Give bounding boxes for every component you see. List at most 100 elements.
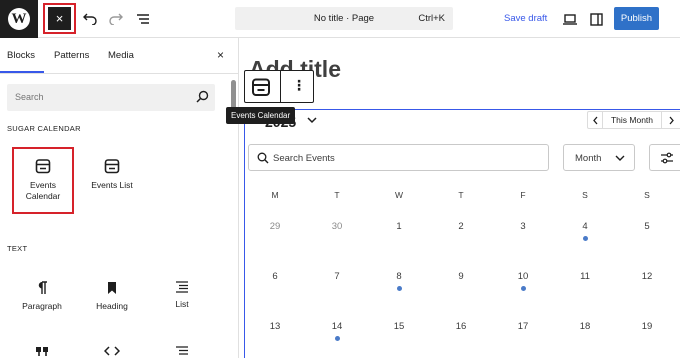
event-dot <box>583 236 588 241</box>
search-events-input[interactable]: Search Events <box>248 144 549 171</box>
filter-sliders-icon <box>661 152 673 164</box>
top-toolbar: W × No title · Page Ctrl+K Save draft Pu… <box>0 0 680 38</box>
publish-button[interactable]: Publish <box>614 7 659 30</box>
calendar-day[interactable]: 10 <box>493 271 553 282</box>
event-dot <box>521 286 526 291</box>
calendar-day[interactable]: 16 <box>431 321 491 332</box>
command-shortcut: Ctrl+K <box>418 13 445 24</box>
section-label-text: TEXT <box>7 244 28 253</box>
redo-icon[interactable] <box>106 9 126 29</box>
view-select[interactable]: Month <box>563 144 635 171</box>
previous-month-button[interactable] <box>588 112 603 128</box>
paragraph-icon <box>38 281 47 294</box>
weekday-header: M <box>271 190 279 200</box>
weekday-header: T <box>334 190 340 200</box>
section-label-sugar-calendar: SUGAR CALENDAR <box>7 124 81 133</box>
tab-blocks[interactable]: Blocks <box>7 50 35 61</box>
calendar-day[interactable]: 14 <box>307 321 367 332</box>
calendar-day[interactable]: 13 <box>245 321 305 332</box>
calendar-day[interactable]: 18 <box>555 321 615 332</box>
document-overview-icon[interactable] <box>133 9 153 29</box>
wordpress-icon: W <box>8 8 30 30</box>
event-dot <box>335 336 340 341</box>
search-icon <box>196 90 209 103</box>
this-month-button[interactable]: This Month <box>603 112 661 128</box>
weekday-header: T <box>458 190 464 200</box>
chevron-down-icon[interactable] <box>306 114 318 126</box>
block-code[interactable] <box>82 346 142 356</box>
events-calendar-block[interactable]: 2025 This Month Search Events <box>244 109 680 358</box>
chevron-left-icon <box>592 116 597 124</box>
calendar-day[interactable]: 2 <box>431 221 491 232</box>
block-search-input[interactable]: Search <box>7 84 215 111</box>
block-label: List <box>175 299 189 309</box>
quote-icon <box>36 347 48 356</box>
block-label: Events Calendar <box>25 180 61 201</box>
calendar-icon <box>35 159 51 174</box>
block-events-list[interactable]: Events List <box>82 158 142 191</box>
block-details[interactable] <box>152 346 212 356</box>
calendar-day[interactable]: 5 <box>617 221 677 232</box>
calendar-day[interactable]: 7 <box>307 271 367 282</box>
wordpress-logo[interactable]: W <box>0 0 38 38</box>
calendar-day[interactable]: 9 <box>431 271 491 282</box>
undo-icon[interactable] <box>80 9 100 29</box>
search-events-placeholder: Search Events <box>273 153 335 164</box>
toolbar-divider <box>280 71 281 102</box>
weekday-header: S <box>582 190 588 200</box>
event-dot <box>397 286 402 291</box>
preview-desktop-icon[interactable] <box>560 9 580 29</box>
save-draft-button[interactable]: Save draft <box>504 13 547 24</box>
bookmark-icon <box>108 282 116 294</box>
month-navigation: This Month <box>587 111 680 129</box>
calendar-day[interactable]: 30 <box>307 221 367 232</box>
block-paragraph[interactable]: Paragraph <box>12 281 72 312</box>
calendar-day[interactable]: 19 <box>617 321 677 332</box>
block-label: Heading <box>96 301 128 311</box>
list-icon <box>176 346 188 355</box>
calendar-day[interactable]: 17 <box>493 321 553 332</box>
document-bar[interactable]: No title · Page Ctrl+K <box>235 7 453 30</box>
settings-sidebar-icon[interactable] <box>586 9 606 29</box>
tab-patterns[interactable]: Patterns <box>54 50 89 61</box>
block-toolbar: ⋮ <box>244 70 314 103</box>
calendar-day[interactable]: 3 <box>493 221 553 232</box>
calendar-day[interactable]: 4 <box>555 221 615 232</box>
calendar-day[interactable]: 11 <box>555 271 615 282</box>
block-inserter-panel: Blocks Patterns Media × Search SUGAR CAL… <box>0 38 239 358</box>
chevron-down-icon <box>615 155 625 161</box>
close-inserter-icon[interactable]: × <box>217 48 224 62</box>
block-events-calendar[interactable]: Events Calendar <box>13 158 73 202</box>
inserter-tabs: Blocks Patterns Media × <box>0 38 239 74</box>
close-inserter-highlight: × <box>43 3 76 34</box>
next-month-button[interactable] <box>661 112 680 128</box>
close-inserter-button[interactable]: × <box>48 7 71 30</box>
weekday-header: W <box>394 190 404 200</box>
tab-media[interactable]: Media <box>108 50 134 61</box>
list-icon <box>176 281 188 293</box>
code-icon <box>104 346 120 356</box>
calendar-day[interactable]: 8 <box>369 271 429 282</box>
editor-app: W × No title · Page Ctrl+K Save draft Pu… <box>0 0 680 358</box>
search-icon <box>257 152 269 164</box>
editor-canvas: Add title ⋮ 2025 This Month <box>226 38 680 358</box>
filter-button[interactable] <box>649 144 680 171</box>
calendar-day[interactable]: 1 <box>369 221 429 232</box>
block-label: Paragraph <box>22 301 62 311</box>
block-list[interactable]: List <box>152 281 212 310</box>
block-quote[interactable] <box>12 346 72 358</box>
calendar-day[interactable]: 12 <box>617 271 677 282</box>
chevron-right-icon <box>669 116 674 124</box>
active-tab-indicator <box>0 71 44 73</box>
calendar-icon <box>104 159 120 174</box>
calendar-day[interactable]: 6 <box>245 271 305 282</box>
block-label: Events List <box>91 180 133 190</box>
view-select-value: Month <box>575 153 602 164</box>
block-heading[interactable]: Heading <box>82 281 142 312</box>
calendar-day[interactable]: 29 <box>245 221 305 232</box>
calendar-icon[interactable] <box>251 77 271 97</box>
weekday-header: S <box>644 190 650 200</box>
calendar-day[interactable]: 15 <box>369 321 429 332</box>
more-options-icon[interactable]: ⋮ <box>292 77 306 94</box>
weekday-header: F <box>520 190 526 200</box>
